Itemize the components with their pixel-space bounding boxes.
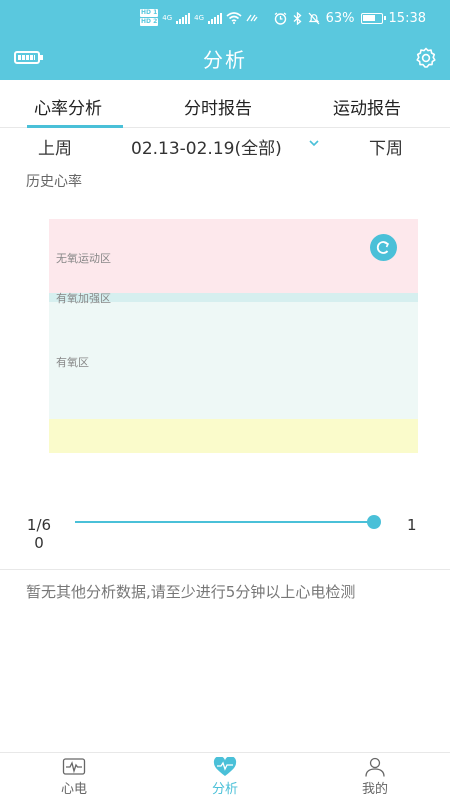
chevron-down-icon[interactable] <box>308 138 320 148</box>
slider-max-label: 1 <box>407 516 417 534</box>
network-type-2: 4G <box>194 13 205 22</box>
slider-track[interactable] <box>75 521 375 523</box>
nav-ecg-label: 心电 <box>60 782 87 797</box>
sim-indicator-icon: HD 1 HD 2 <box>140 9 159 26</box>
week-range-selector[interactable]: 02.13-02.19(全部) <box>131 134 282 159</box>
heart-rate-zone-chart: 无氧运动区 有氧加强区 有氧区 <box>49 219 418 453</box>
heart-icon <box>213 757 237 776</box>
alarm-icon <box>274 12 287 25</box>
slider-position-sub: 0 <box>34 534 44 552</box>
wifi-icon <box>226 11 242 24</box>
bottom-nav: 心电 分析 我的 <box>0 752 450 800</box>
nfc-icon <box>246 14 258 21</box>
data-page-slider: 1/6 0 1 <box>0 510 450 560</box>
zone-label-aerobic: 有氧区 <box>56 356 89 369</box>
tab-exercise-report[interactable]: 运动报告 <box>333 94 401 119</box>
network-type-1: 4G <box>162 13 173 22</box>
slider-position-label: 1/6 <box>26 516 52 534</box>
zone-aerobic <box>49 302 418 419</box>
gear-icon[interactable] <box>414 46 438 70</box>
battery-icon <box>360 13 386 24</box>
sim2-label: HD 2 <box>140 18 159 26</box>
refresh-button[interactable] <box>370 234 397 261</box>
tab-heart-rate-analysis[interactable]: 心率分析 <box>34 94 102 119</box>
nav-analysis-label: 分析 <box>211 782 238 797</box>
ecg-icon <box>62 758 86 775</box>
battery-percent: 63% <box>325 11 355 26</box>
zone-label-anaerobic: 无氧运动区 <box>56 252 111 265</box>
sim1-label: HD 1 <box>140 9 159 17</box>
app-bar: 分析 <box>0 36 450 80</box>
nav-profile-label: 我的 <box>361 782 388 797</box>
tab-bar: 心率分析 分时报告 运动报告 <box>0 80 450 128</box>
no-data-notice: 暂无其他分析数据,请至少进行5分钟以上心电检测 <box>26 583 356 601</box>
mute-icon <box>308 12 320 25</box>
zone-low <box>49 419 418 453</box>
prev-week-button[interactable]: 上周 <box>38 134 72 159</box>
zone-label-aerobic-intense: 有氧加强区 <box>56 292 111 305</box>
divider <box>0 569 450 570</box>
active-tab-indicator <box>27 125 123 128</box>
slider-thumb[interactable] <box>367 515 381 529</box>
history-heart-rate-label: 历史心率 <box>26 174 82 190</box>
signal-bars-2-icon <box>208 12 223 24</box>
status-bar-right: 63% 15:38 <box>274 11 426 26</box>
nav-analysis[interactable]: 分析 <box>195 757 255 797</box>
tab-hourly-report[interactable]: 分时报告 <box>184 94 252 119</box>
status-bar: HD 1 HD 2 4G 4G 63% 15:38 <box>0 0 450 36</box>
week-navigator: 上周 02.13-02.19(全部) 下周 <box>0 130 450 160</box>
clock: 15:38 <box>388 11 426 26</box>
signal-bars-icon <box>176 12 191 24</box>
nav-profile[interactable]: 我的 <box>345 757 405 797</box>
page-title: 分析 <box>203 48 247 72</box>
refresh-icon <box>376 241 390 254</box>
status-bar-left: HD 1 HD 2 4G 4G <box>140 9 258 26</box>
slider-position: 1/6 0 <box>25 516 53 552</box>
nav-ecg[interactable]: 心电 <box>44 757 104 797</box>
person-icon <box>365 757 385 777</box>
bluetooth-icon <box>293 12 302 25</box>
next-week-button[interactable]: 下周 <box>369 134 403 159</box>
